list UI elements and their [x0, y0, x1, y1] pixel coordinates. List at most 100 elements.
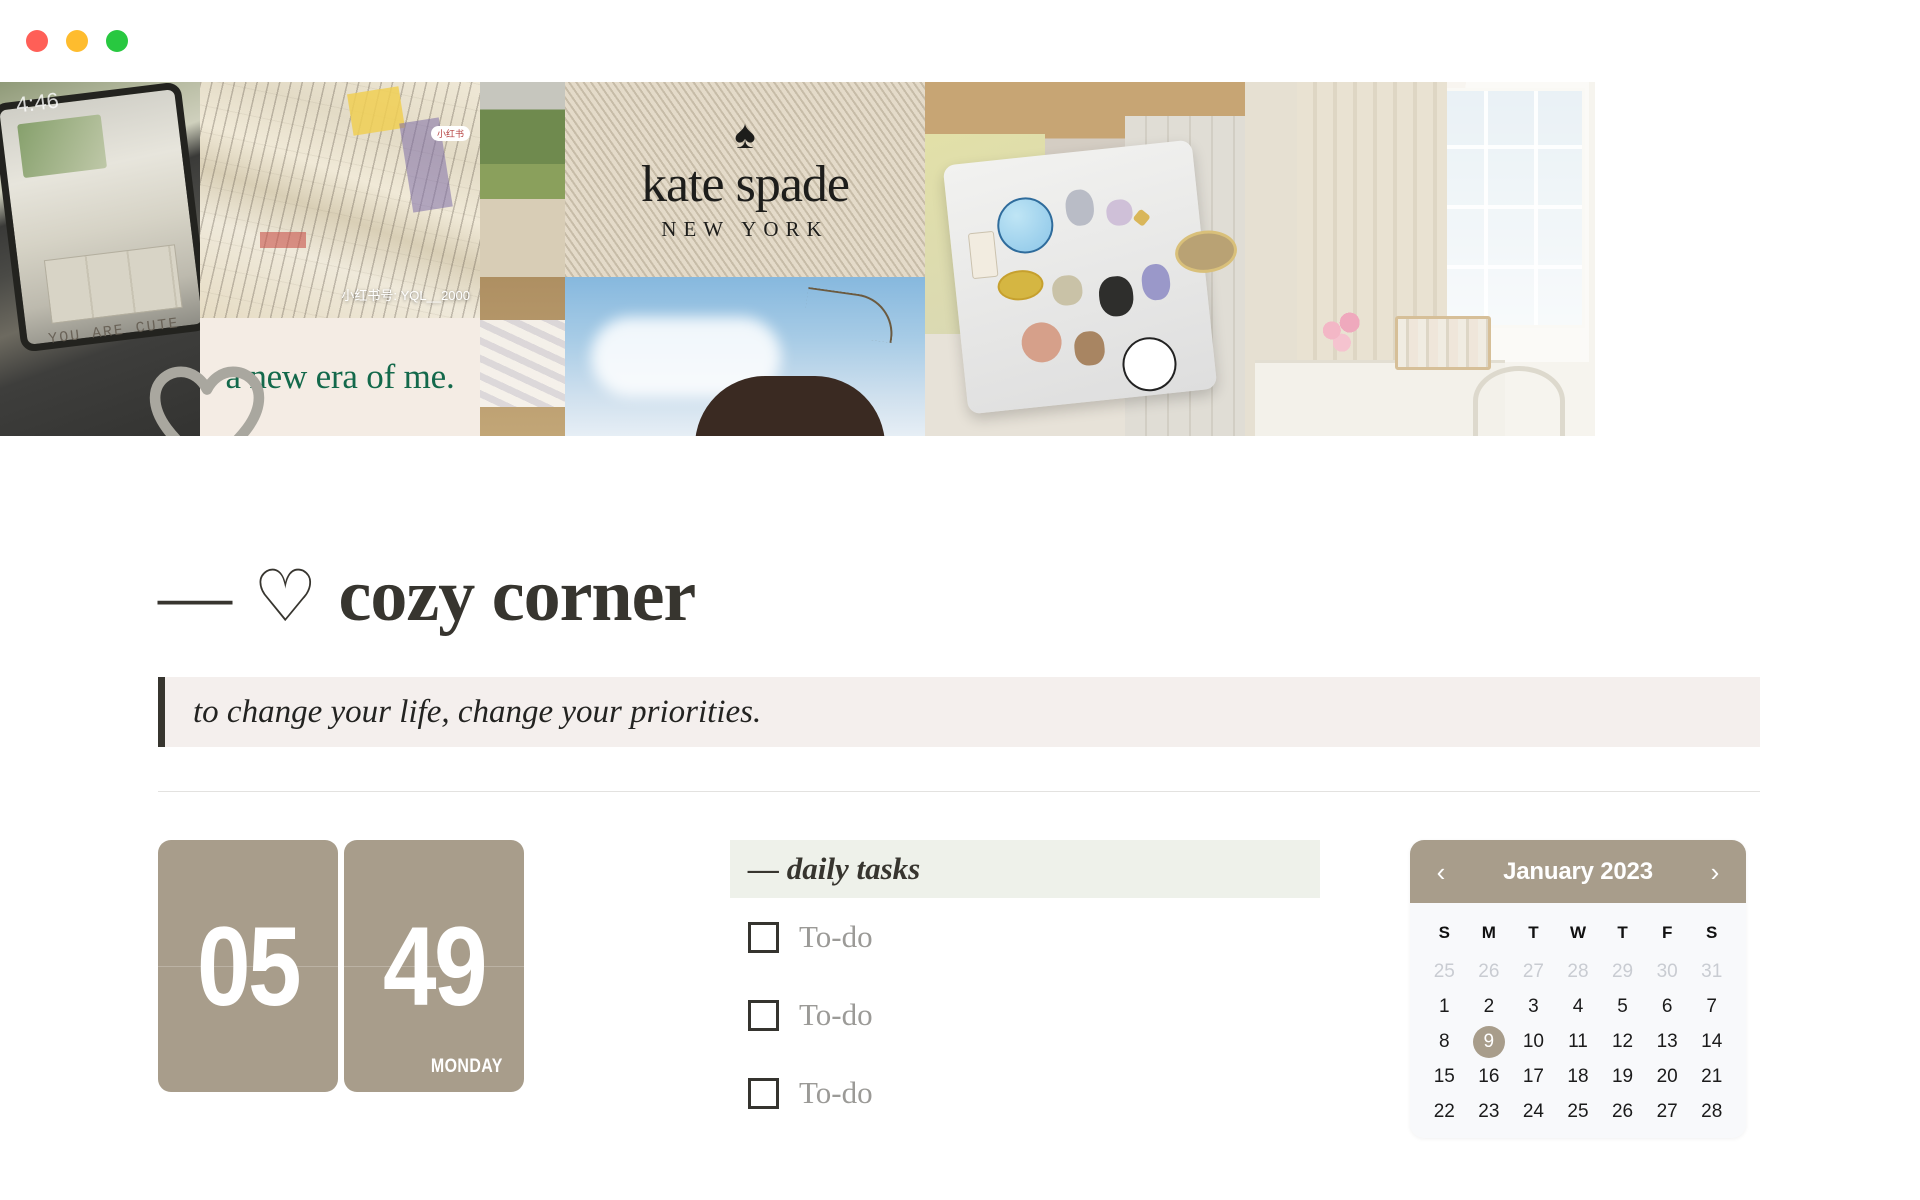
calendar-day-pill: 9 — [1472, 1026, 1505, 1058]
banner-tile-kate-spade: ♠ kate spade NEW YORK — [565, 82, 925, 277]
highlight-red — [260, 232, 306, 248]
clock-minutes-card: 49 MONDAY — [344, 840, 524, 1092]
minimize-button[interactable] — [66, 30, 88, 52]
calendar-day[interactable]: 10 — [1511, 1026, 1556, 1058]
flip-seam — [344, 966, 524, 967]
chevron-left-icon[interactable]: ‹ — [1428, 859, 1454, 885]
calendar-day[interactable]: 31 — [1689, 956, 1734, 988]
calendar-day-header: S — [1438, 923, 1450, 942]
calendar-day[interactable]: 21 — [1689, 1061, 1734, 1093]
heart-glyph-icon: ♡ — [253, 556, 318, 637]
flip-clock-widget[interactable]: 05 49 MONDAY — [158, 840, 530, 1138]
calendar-day-header: M — [1481, 923, 1496, 942]
calendar-day[interactable]: 3 — [1511, 991, 1556, 1023]
calendar-day[interactable]: 29 — [1600, 956, 1645, 988]
calendar-day[interactable]: 28 — [1689, 1096, 1734, 1128]
todo-label: To-do — [799, 919, 873, 954]
todo-checkbox[interactable] — [748, 1077, 779, 1109]
calendar-day[interactable]: 18 — [1556, 1061, 1601, 1093]
sticker-boom — [1119, 334, 1180, 394]
calendar-day[interactable]: 5 — [1600, 991, 1645, 1023]
calendar-day[interactable]: 22 — [1422, 1096, 1467, 1128]
sticker-bear-pink — [1105, 198, 1134, 227]
calendar-day[interactable]: 17 — [1511, 1061, 1556, 1093]
daily-tasks-header[interactable]: — daily tasks — [730, 840, 1320, 898]
todo-checkbox[interactable] — [748, 921, 779, 953]
page-cover-banner[interactable]: 4:46 YOU ARE CUTE 小红书 小红书号: YQL__2000 a … — [0, 82, 1920, 436]
banner-tile-grass — [480, 82, 565, 277]
banner-tile-sky — [565, 277, 925, 436]
calendar-day[interactable]: 30 — [1645, 956, 1690, 988]
flip-seam — [158, 966, 338, 967]
calendar-day[interactable]: 7 — [1689, 991, 1734, 1023]
xiaohongshu-badge: 小红书 — [430, 126, 470, 141]
tablet-screen — [0, 82, 200, 353]
spade-icon: ♠ — [734, 113, 756, 157]
sticker-bear-brown — [1072, 329, 1107, 367]
sticker-bear-purple — [1140, 262, 1172, 302]
widgets-row: 05 49 MONDAY — daily tasks To-do To-do To-… — [158, 840, 1920, 1138]
maximize-button[interactable] — [106, 30, 128, 52]
sticker-face — [1019, 320, 1064, 365]
calendar-day[interactable]: 6 — [1645, 991, 1690, 1023]
calendar-day[interactable]: 26 — [1600, 1096, 1645, 1128]
quote-callout[interactable]: to change your life, change your priorit… — [158, 677, 1760, 747]
todo-label: To-do — [799, 1075, 873, 1110]
banner-tile-new-era-card: a new era of me. — [200, 318, 480, 436]
daily-tasks-heading: — daily tasks — [748, 851, 921, 886]
calendar-day[interactable]: 4 — [1556, 991, 1601, 1023]
calendar-day-selected[interactable]: 9 — [1467, 1026, 1512, 1058]
new-era-text: a new era of me. — [225, 357, 455, 396]
calendar-day[interactable]: 27 — [1645, 1096, 1690, 1128]
calendar-day-header: T — [1528, 923, 1539, 942]
calendar-day[interactable]: 23 — [1467, 1096, 1512, 1128]
chevron-right-icon[interactable]: › — [1702, 859, 1728, 885]
calendar-day[interactable]: 15 — [1422, 1061, 1467, 1093]
calendar-day[interactable]: 19 — [1600, 1061, 1645, 1093]
banner-column-kate: ♠ kate spade NEW YORK — [565, 82, 925, 436]
calendar-day-header: W — [1569, 923, 1587, 942]
flower-vase — [1315, 308, 1371, 364]
todo-list: To-do To-do To-do — [730, 898, 1320, 1132]
todo-item[interactable]: To-do — [730, 1054, 1320, 1132]
todo-checkbox[interactable] — [748, 999, 779, 1031]
calendar-day[interactable]: 26 — [1467, 956, 1512, 988]
window-titlebar — [0, 0, 1920, 82]
todo-item[interactable]: To-do — [730, 976, 1320, 1054]
sticker-kick-it-left — [996, 267, 1045, 303]
calendar-day[interactable]: 25 — [1422, 956, 1467, 988]
calendar-grid: S M T W T F S 25 26 27 28 29 30 31 1 2 3 4 5 6 7 8 9 10 11 12 13 14… — [1410, 903, 1746, 1138]
quote-text: to change your life, change your priorit… — [193, 693, 762, 730]
calendar-widget[interactable]: ‹ January 2023 › S M T W T F S 25 26 27 28 29 30 31 1 2… — [1410, 840, 1746, 1138]
calendar-day[interactable]: 13 — [1645, 1026, 1690, 1058]
calendar-day[interactable]: 25 — [1556, 1096, 1601, 1128]
highlight-yellow — [347, 86, 405, 136]
xiaohongshu-handle: 小红书号: YQL__2000 — [341, 288, 470, 303]
sticker-illustration-card — [967, 230, 999, 280]
calendar-day[interactable]: 27 — [1511, 956, 1556, 988]
calendar-day[interactable]: 2 — [1467, 991, 1512, 1023]
calendar-day[interactable]: 1 — [1422, 991, 1467, 1023]
page-title-dash: — — [158, 555, 232, 637]
tablet-clock-text: 4:46 — [14, 87, 61, 118]
page-title[interactable]: — ♡ cozy corner — [158, 554, 1920, 639]
todo-item[interactable]: To-do — [730, 898, 1320, 976]
banner-column-notes: 小红书 小红书号: YQL__2000 a new era of me. — [200, 82, 480, 436]
calendar-day[interactable]: 20 — [1645, 1061, 1690, 1093]
calendar-day[interactable]: 16 — [1467, 1061, 1512, 1093]
calendar-header: ‹ January 2023 › — [1410, 840, 1746, 903]
calendar-day-header: T — [1617, 923, 1628, 942]
twig-shape — [802, 286, 898, 344]
calendar-day[interactable]: 28 — [1556, 956, 1601, 988]
todo-label: To-do — [799, 997, 873, 1032]
kate-spade-brand: kate spade — [640, 156, 850, 213]
calendar-day[interactable]: 11 — [1556, 1026, 1601, 1058]
sticker-renjun — [1050, 273, 1084, 307]
close-button[interactable] — [26, 30, 48, 52]
calendar-day[interactable]: 24 — [1511, 1096, 1556, 1128]
calendar-day[interactable]: 14 — [1689, 1026, 1734, 1058]
page-content: — ♡ cozy corner to change your life, cha… — [0, 554, 1920, 1138]
calendar-day[interactable]: 8 — [1422, 1026, 1467, 1058]
calendar-day[interactable]: 12 — [1600, 1026, 1645, 1058]
daily-tasks-widget: — daily tasks To-do To-do To-do — [730, 840, 1320, 1138]
